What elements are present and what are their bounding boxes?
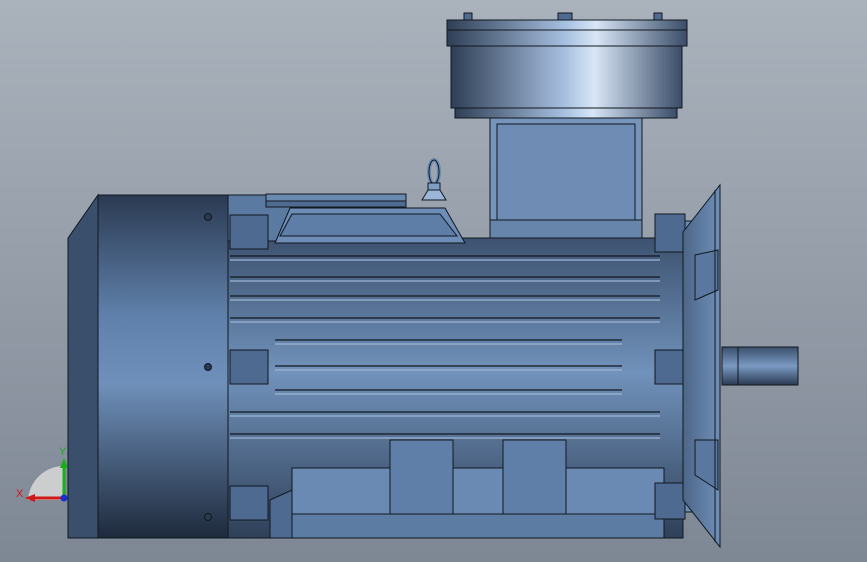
y-axis-label: Y — [59, 446, 67, 458]
drive-end-flange[interactable] — [682, 183, 721, 549]
terminal-box-neck — [489, 117, 643, 239]
x-axis-label: X — [16, 488, 24, 500]
output-shaft[interactable] — [721, 346, 799, 386]
3d-model-viewport[interactable]: Y X — [0, 0, 867, 562]
terminal-box-cover[interactable] — [446, 12, 688, 119]
fan-cover[interactable] — [67, 193, 229, 539]
z-axis-dot — [60, 494, 68, 502]
motor-model-canvas[interactable]: Y X — [0, 0, 867, 562]
